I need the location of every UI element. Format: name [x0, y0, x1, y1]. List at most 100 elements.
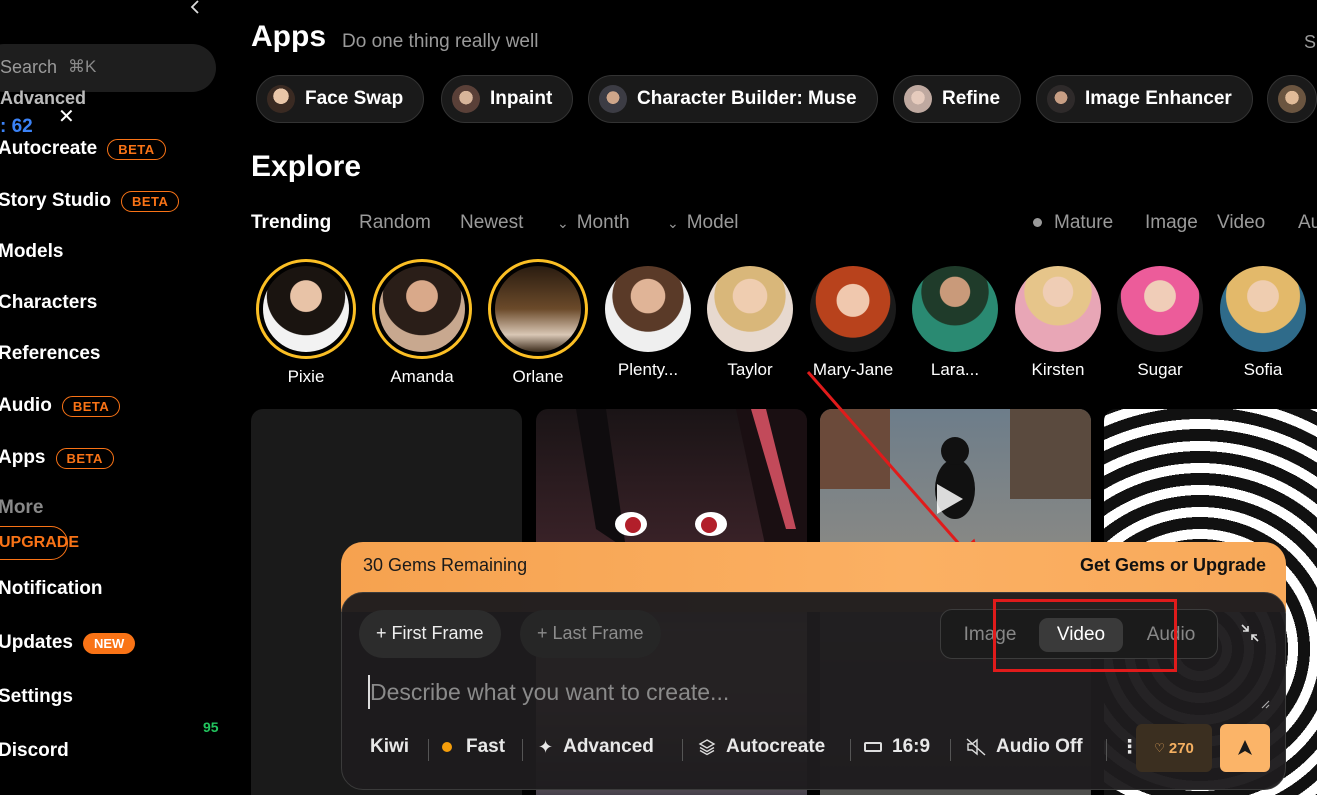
sidebar-item-label: Models [0, 241, 64, 262]
app-thumbnail-icon [904, 85, 932, 113]
character-name: Kirsten [1031, 360, 1085, 379]
sidebar-item-more[interactable]: More [0, 497, 43, 519]
tab-trending[interactable]: Trending [251, 212, 331, 234]
app-thumbnail-icon [1278, 85, 1306, 113]
gem-cost-label: 270 [1168, 739, 1194, 757]
advanced-label: Advanced [563, 736, 654, 757]
upgrade-button[interactable]: UPGRADE [0, 526, 79, 560]
sidebar-item-characters[interactable]: Characters [0, 292, 97, 314]
divider [1106, 739, 1107, 761]
character-name: Sofia [1243, 360, 1283, 379]
sidebar: Search ⌘K Advanced : 62 ✕ Autocreate BET… [0, 0, 245, 795]
app-chip-image-enhancer[interactable]: Image Enhancer [1036, 75, 1253, 123]
sidebar-item-apps[interactable]: Apps BETA [0, 447, 114, 469]
sidebar-item-audio[interactable]: Audio BETA [0, 395, 121, 417]
app-chip-face-swap[interactable]: Face Swap [256, 75, 425, 123]
beta-badge: BETA [55, 447, 114, 469]
prompt-input[interactable] [368, 675, 1248, 709]
apps-heading: Apps [251, 20, 326, 53]
character-name: Amanda [390, 367, 454, 386]
count-label: : 62 [0, 116, 33, 137]
tab-newest[interactable]: Newest [460, 212, 523, 234]
tab-random[interactable]: Random [359, 212, 431, 234]
see-all-link-partial[interactable]: S [1304, 32, 1316, 53]
character-name: Taylor [727, 360, 773, 379]
sidebar-item-label: Autocreate [0, 138, 98, 159]
app-chip-refine[interactable]: Refine [893, 75, 1022, 123]
app-chip-inpaint[interactable]: Inpaint [441, 75, 574, 123]
sidebar-item-label: Settings [0, 686, 73, 707]
last-frame-button[interactable]: + Last Frame [520, 610, 661, 658]
sidebar-item-autocreate[interactable]: Autocreate BETA [0, 138, 166, 160]
avatar [605, 266, 691, 352]
filter-image[interactable]: Image [1145, 212, 1198, 234]
sidebar-item-references[interactable]: References [0, 343, 100, 365]
avatar [1117, 266, 1203, 352]
sidebar-item-notification[interactable]: Notification [0, 578, 103, 600]
first-frame-button[interactable]: + First Frame [359, 610, 501, 658]
avatar [707, 266, 793, 352]
aspect-ratio-icon [864, 742, 882, 752]
sidebar-item-label: More [0, 497, 44, 518]
featured-ring [372, 259, 472, 359]
beta-badge: BETA [120, 190, 180, 212]
divider [428, 739, 429, 761]
aspect-ratio-selector[interactable]: 16:9 [864, 736, 930, 758]
sidebar-item-updates[interactable]: Updates NEW [0, 632, 136, 654]
autocreate-label: Autocreate [726, 736, 826, 757]
muted-speaker-icon [966, 738, 986, 756]
character-name: Sugar [1137, 360, 1183, 379]
layers-icon [698, 739, 716, 756]
model-dropdown[interactable]: ⌄ Model [667, 212, 738, 234]
filter-audio-partial[interactable]: Au [1298, 212, 1317, 234]
get-gems-link[interactable]: Get Gems or Upgrade [1080, 555, 1266, 576]
app-chip-more[interactable] [1267, 75, 1317, 123]
character-sofia[interactable]: Sofia [1219, 266, 1307, 380]
app-chip-label: Refine [942, 88, 1001, 109]
character-kirsten[interactable]: Kirsten [1014, 266, 1102, 380]
search-shortcut: ⌘K [68, 57, 97, 76]
close-icon[interactable]: ✕ [58, 104, 75, 129]
month-dropdown[interactable]: ⌄ Month [557, 212, 630, 234]
app-chip-label: Face Swap [305, 88, 404, 109]
character-plenty[interactable]: Plenty... [604, 266, 692, 380]
audio-toggle[interactable]: Audio Off [966, 736, 1083, 758]
cat-scene-icon [820, 409, 1091, 519]
character-sugar[interactable]: Sugar [1116, 266, 1204, 380]
resize-handle-icon[interactable] [1258, 697, 1270, 709]
advanced-button[interactable]: ✦ Advanced [538, 736, 654, 758]
character-mary-jane[interactable]: Mary-Jane [809, 266, 897, 380]
sidebar-item-models[interactable]: Models [0, 241, 63, 263]
avatar [379, 266, 465, 352]
sidebar-item-story-studio[interactable]: Story Studio BETA [0, 190, 180, 212]
sidebar-item-discord[interactable]: Discord [0, 740, 69, 762]
sidebar-item-settings[interactable]: Settings [0, 686, 73, 708]
character-name: Lara... [930, 360, 980, 379]
search-box[interactable]: Search ⌘K [0, 44, 216, 92]
speed-selector[interactable]: Fast [442, 736, 505, 758]
chevron-down-icon: ⌄ [557, 215, 569, 231]
character-lara[interactable]: Lara... [911, 266, 999, 380]
autocreate-button[interactable]: Autocreate [698, 736, 825, 758]
character-taylor[interactable]: Taylor [706, 266, 794, 380]
app-chip-character-builder[interactable]: Character Builder: Muse [588, 75, 878, 123]
mature-toggle[interactable]: Mature [1033, 212, 1113, 234]
character-orlane[interactable]: Orlane [488, 259, 588, 387]
filter-video[interactable]: Video [1217, 212, 1265, 234]
character-amanda[interactable]: Amanda [372, 259, 472, 387]
character-pixie[interactable]: Pixie [256, 259, 356, 387]
avatar [1220, 266, 1306, 352]
featured-ring [488, 259, 588, 359]
avatar [263, 266, 349, 352]
beta-badge: BETA [107, 138, 166, 160]
generate-button[interactable] [1220, 724, 1270, 772]
model-dropdown-label: Model [686, 212, 739, 233]
model-selector[interactable]: Kiwi [370, 736, 409, 758]
avatar [912, 266, 998, 352]
sidebar-item-label: Story Studio [0, 190, 111, 211]
app-thumbnail-icon [452, 85, 480, 113]
minimize-icon[interactable] [1240, 623, 1260, 643]
gem-cost-badge: ♡ 270 [1136, 724, 1212, 772]
anime-face-icon [576, 409, 807, 549]
collapse-sidebar-icon[interactable] [188, 0, 204, 18]
